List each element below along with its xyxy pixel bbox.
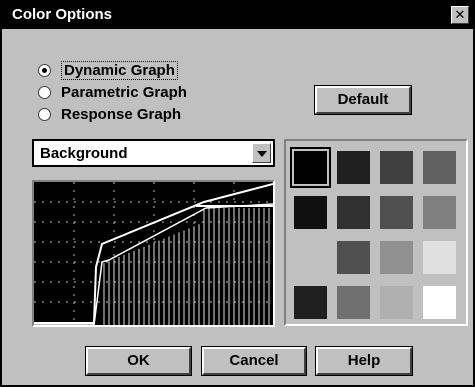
close-icon: ✕ — [454, 7, 466, 22]
color-swatch[interactable] — [294, 241, 327, 274]
color-swatch[interactable] — [337, 151, 370, 184]
title-bar: Color Options ✕ — [2, 2, 473, 29]
radio-response-graph[interactable]: Response Graph — [38, 104, 181, 124]
cancel-button[interactable]: Cancel — [201, 346, 307, 376]
graph-preview-canvas — [34, 182, 274, 326]
graph-preview — [32, 180, 275, 327]
default-button[interactable]: Default — [314, 85, 412, 115]
color-swatch[interactable] — [337, 286, 370, 319]
radio-dynamic-graph[interactable]: Dynamic Graph — [38, 60, 178, 80]
color-swatch[interactable] — [294, 196, 327, 229]
color-swatch[interactable] — [337, 241, 370, 274]
color-swatch[interactable] — [380, 196, 413, 229]
color-swatch[interactable] — [423, 196, 456, 229]
chevron-down-icon[interactable] — [252, 143, 271, 163]
radio-label: Response Graph — [61, 105, 182, 123]
color-options-dialog: Color Options ✕ Dynamic Graph Parametric… — [0, 0, 475, 387]
color-palette — [284, 139, 468, 326]
radio-dot-icon — [38, 63, 51, 77]
help-button[interactable]: Help — [315, 346, 413, 376]
color-swatch[interactable] — [423, 241, 456, 274]
color-swatch[interactable] — [380, 151, 413, 184]
color-swatch[interactable] — [380, 286, 413, 319]
radio-dot-icon — [38, 85, 51, 99]
dialog-title: Color Options — [12, 6, 112, 23]
radio-label: Dynamic Graph — [61, 60, 178, 80]
radio-dot-icon — [38, 107, 51, 121]
element-select[interactable]: Background — [32, 139, 275, 167]
color-swatch[interactable] — [423, 151, 456, 184]
color-swatch[interactable] — [290, 147, 331, 188]
color-swatch[interactable] — [380, 241, 413, 274]
element-select-value: Background — [40, 145, 128, 162]
ok-button[interactable]: OK — [85, 346, 192, 376]
radio-parametric-graph[interactable]: Parametric Graph — [38, 82, 187, 102]
radio-label: Parametric Graph — [61, 83, 187, 101]
close-button[interactable]: ✕ — [451, 6, 469, 24]
color-swatch[interactable] — [294, 286, 327, 319]
color-swatch[interactable] — [337, 196, 370, 229]
color-swatch[interactable] — [423, 286, 456, 319]
